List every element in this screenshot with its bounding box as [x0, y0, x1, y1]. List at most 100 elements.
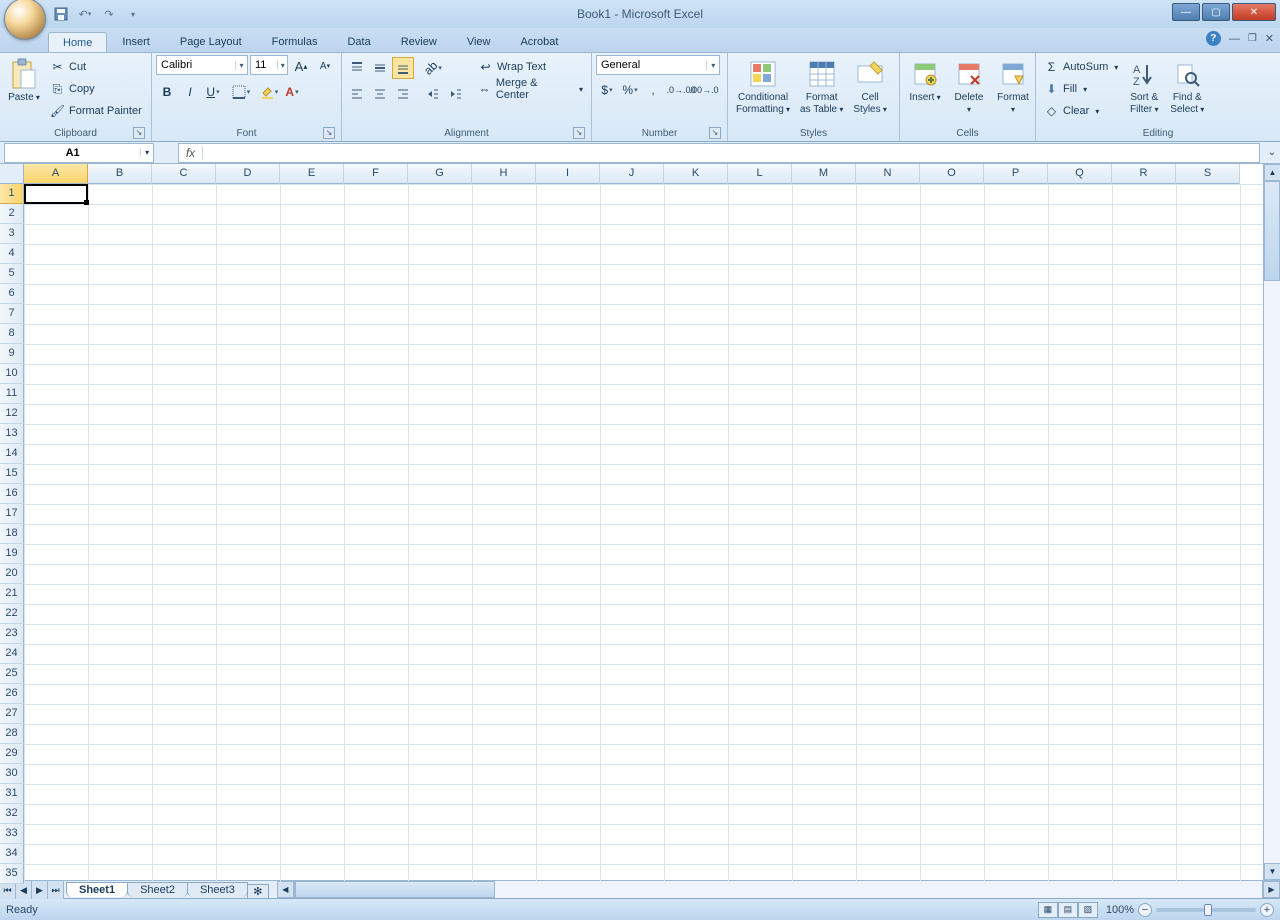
- align-bottom-button[interactable]: [392, 57, 414, 79]
- column-header[interactable]: C: [152, 164, 216, 184]
- expand-formula-bar-icon[interactable]: ⌄: [1264, 147, 1280, 158]
- row-header[interactable]: 22: [0, 604, 24, 624]
- column-header[interactable]: Q: [1048, 164, 1112, 184]
- cell-styles-button[interactable]: Cell Styles: [849, 55, 890, 116]
- percent-button[interactable]: %: [619, 79, 641, 101]
- paste-button[interactable]: Paste: [4, 55, 44, 104]
- column-header[interactable]: R: [1112, 164, 1176, 184]
- column-header[interactable]: K: [664, 164, 728, 184]
- copy-button[interactable]: ⎘Copy: [46, 79, 146, 99]
- font-color-button[interactable]: A: [281, 81, 303, 103]
- page-break-button[interactable]: ▧: [1078, 902, 1098, 918]
- font-launcher[interactable]: ↘: [323, 127, 335, 139]
- row-header[interactable]: 15: [0, 464, 24, 484]
- orientation-button[interactable]: ab: [422, 57, 444, 79]
- sheet-tab[interactable]: Sheet2: [127, 882, 188, 897]
- column-header[interactable]: O: [920, 164, 984, 184]
- row-header[interactable]: 30: [0, 764, 24, 784]
- column-header[interactable]: F: [344, 164, 408, 184]
- cells-area[interactable]: [24, 184, 1263, 884]
- sort-filter-button[interactable]: AZ Sort & Filter: [1124, 55, 1164, 116]
- row-header[interactable]: 29: [0, 744, 24, 764]
- tab-formulas[interactable]: Formulas: [257, 31, 333, 52]
- align-center-button[interactable]: [369, 83, 391, 105]
- autosum-button[interactable]: ΣAutoSum▾: [1040, 57, 1122, 77]
- column-header[interactable]: G: [408, 164, 472, 184]
- zoom-out-button[interactable]: −: [1138, 903, 1152, 917]
- close-workbook-icon[interactable]: ✕: [1265, 32, 1274, 45]
- font-size-combo[interactable]: ▾: [250, 55, 288, 75]
- row-header[interactable]: 33: [0, 824, 24, 844]
- row-header[interactable]: 2: [0, 204, 24, 224]
- row-header[interactable]: 21: [0, 584, 24, 604]
- row-header[interactable]: 5: [0, 264, 24, 284]
- row-header[interactable]: 26: [0, 684, 24, 704]
- column-header[interactable]: N: [856, 164, 920, 184]
- minimize-button[interactable]: —: [1172, 3, 1200, 21]
- cut-button[interactable]: ✂Cut: [46, 57, 146, 77]
- tab-view[interactable]: View: [452, 31, 506, 52]
- selected-cell[interactable]: [24, 184, 88, 204]
- wrap-text-button[interactable]: ↩Wrap Text: [473, 57, 587, 77]
- comma-button[interactable]: ,: [642, 79, 664, 101]
- row-header[interactable]: 8: [0, 324, 24, 344]
- formula-input[interactable]: [203, 147, 1259, 159]
- page-layout-button[interactable]: ▤: [1058, 902, 1078, 918]
- column-header[interactable]: I: [536, 164, 600, 184]
- column-header[interactable]: E: [280, 164, 344, 184]
- format-painter-button[interactable]: 🖌Format Painter: [46, 101, 146, 121]
- align-top-button[interactable]: [346, 57, 368, 79]
- align-middle-button[interactable]: [369, 57, 391, 79]
- format-cells-button[interactable]: Format: [992, 55, 1034, 116]
- tab-review[interactable]: Review: [386, 31, 452, 52]
- clipboard-launcher[interactable]: ↘: [133, 127, 145, 139]
- row-header[interactable]: 7: [0, 304, 24, 324]
- column-header[interactable]: A: [24, 164, 88, 184]
- row-header[interactable]: 12: [0, 404, 24, 424]
- tab-page-layout[interactable]: Page Layout: [165, 31, 257, 52]
- save-icon[interactable]: [52, 5, 70, 23]
- increase-indent-button[interactable]: [445, 83, 467, 105]
- hscroll-thumb[interactable]: [295, 881, 495, 898]
- tab-insert[interactable]: Insert: [107, 31, 165, 52]
- row-header[interactable]: 3: [0, 224, 24, 244]
- column-header[interactable]: B: [88, 164, 152, 184]
- scroll-down-icon[interactable]: ▼: [1264, 863, 1280, 880]
- row-header[interactable]: 17: [0, 504, 24, 524]
- horizontal-scrollbar[interactable]: ◀ ▶: [277, 881, 1280, 898]
- decrease-decimal-button[interactable]: .00→.0: [693, 79, 715, 101]
- minimize-ribbon-icon[interactable]: —: [1229, 33, 1240, 45]
- column-header[interactable]: S: [1176, 164, 1240, 184]
- row-header[interactable]: 14: [0, 444, 24, 464]
- normal-view-button[interactable]: ▦: [1038, 902, 1058, 918]
- underline-button[interactable]: U: [202, 81, 224, 103]
- tab-acrobat[interactable]: Acrobat: [505, 31, 573, 52]
- clear-button[interactable]: ◇Clear▾: [1040, 101, 1122, 121]
- fx-button[interactable]: fx: [179, 146, 203, 160]
- fill-color-button[interactable]: [258, 81, 280, 103]
- alignment-launcher[interactable]: ↘: [573, 127, 585, 139]
- grow-font-button[interactable]: A▴: [290, 55, 312, 77]
- row-header[interactable]: 1: [0, 184, 24, 204]
- undo-icon[interactable]: ↶▾: [76, 5, 94, 23]
- row-header[interactable]: 23: [0, 624, 24, 644]
- row-header[interactable]: 4: [0, 244, 24, 264]
- row-header[interactable]: 20: [0, 564, 24, 584]
- namebox-dropdown-icon[interactable]: ▾: [140, 148, 153, 157]
- accounting-button[interactable]: $: [596, 79, 618, 101]
- find-select-button[interactable]: Find & Select: [1166, 55, 1208, 116]
- row-header[interactable]: 13: [0, 424, 24, 444]
- zoom-slider[interactable]: [1156, 908, 1256, 912]
- row-header[interactable]: 18: [0, 524, 24, 544]
- redo-icon[interactable]: ↷: [100, 5, 118, 23]
- format-as-table-button[interactable]: Format as Table: [796, 55, 847, 116]
- select-all-corner[interactable]: [0, 164, 24, 184]
- delete-cells-button[interactable]: Delete: [948, 55, 990, 116]
- restore-window-icon[interactable]: ❐: [1248, 33, 1257, 44]
- conditional-formatting-button[interactable]: Conditional Formatting: [732, 55, 794, 116]
- sheet-tab[interactable]: Sheet3: [187, 882, 248, 897]
- column-header[interactable]: L: [728, 164, 792, 184]
- maximize-button[interactable]: ▢: [1202, 3, 1230, 21]
- row-header[interactable]: 25: [0, 664, 24, 684]
- zoom-in-button[interactable]: +: [1260, 903, 1274, 917]
